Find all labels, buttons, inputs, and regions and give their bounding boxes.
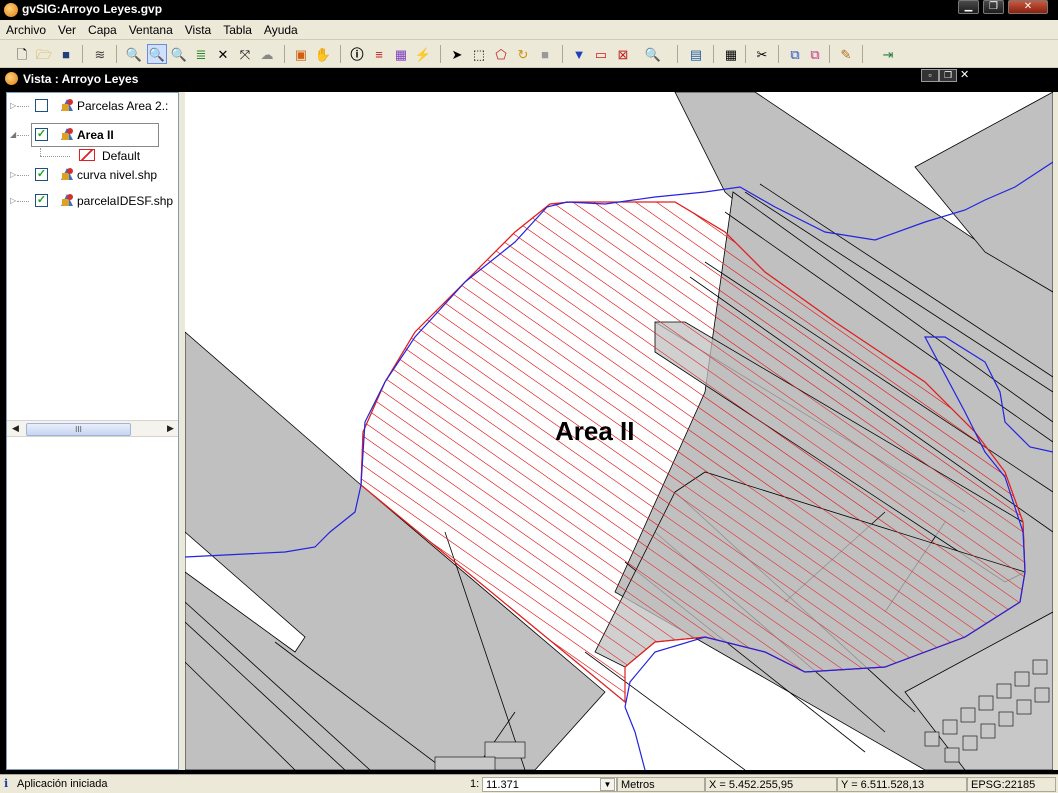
- toc-horizontal-scrollbar[interactable]: ◀ III ▶: [7, 420, 178, 437]
- y-coordinate: Y = 6.511.528,13: [837, 777, 967, 792]
- status-bar: i Aplicación iniciada 1: 11.371 ▼ Metros…: [0, 774, 1058, 793]
- map-svg: Area II: [185, 92, 1053, 770]
- close-button[interactable]: ✕: [1008, 0, 1048, 14]
- epsg-code: EPSG:22185: [967, 777, 1056, 792]
- layer-label: parcelaIDESF.shp: [77, 194, 174, 208]
- layer-list: ▷ Parcelas Area 2.: ◢ ✓ Area II Default …: [7, 93, 178, 420]
- stream-line-lower: [624, 706, 646, 770]
- gvsig-app-icon: [4, 3, 18, 17]
- layer-label: curva nivel.shp: [77, 168, 158, 182]
- menu-capa[interactable]: Capa: [82, 20, 123, 40]
- scroll-thumb[interactable]: III: [26, 423, 131, 436]
- copy-icon[interactable]: ⧉: [785, 44, 805, 64]
- menu-ver[interactable]: Ver: [52, 20, 82, 40]
- add-layer-icon[interactable]: ≋: [90, 44, 110, 64]
- scroll-left-icon[interactable]: ◀: [12, 423, 19, 434]
- edit-icon[interactable]: ✎: [836, 44, 856, 64]
- expand-icon[interactable]: ▷: [10, 170, 16, 179]
- menu-ayuda[interactable]: Ayuda: [258, 20, 304, 40]
- zoom-all-icon[interactable]: 🔍: [124, 44, 144, 64]
- status-message: Aplicación iniciada: [17, 778, 108, 790]
- x-coordinate: X = 5.452.255,95: [705, 777, 837, 792]
- zoom-in-icon[interactable]: 🔍: [147, 44, 167, 64]
- toc-lower-panel: [7, 438, 178, 769]
- attribute-table-icon[interactable]: ▤: [686, 44, 706, 64]
- measure-distance-icon[interactable]: ≡: [369, 44, 389, 64]
- tools-icon[interactable]: ✂: [752, 44, 772, 64]
- export-icon[interactable]: ⇥: [878, 44, 898, 64]
- select-polygon-icon[interactable]: ⬠: [491, 44, 511, 64]
- clear-selection-icon[interactable]: ■: [535, 44, 555, 64]
- toolbar: 🗋 🗁 ■ ≋ 🔍 🔍 🔍 ≣ ✕ ⤧ ☁ ▣ ✋ ⓘ ≡ ▦ ⚡ ➤ ⬚ ⬠ …: [0, 40, 1058, 68]
- zoom-select-icon[interactable]: 🔍: [643, 44, 663, 64]
- view-restore-button[interactable]: ❐: [939, 69, 957, 82]
- expand-icon[interactable]: ▷: [10, 101, 16, 110]
- layer-curva-nivel[interactable]: ▷ ✓ curva nivel.shp: [7, 165, 178, 185]
- polygon-layer-icon: [61, 99, 73, 111]
- expand-icon[interactable]: ▷: [10, 196, 16, 205]
- zoom-previous-icon[interactable]: ☁: [257, 44, 277, 64]
- pan-icon[interactable]: ✋: [313, 44, 333, 64]
- layer-parcelaidesf[interactable]: ▷ ✓ parcelaIDESF.shp: [7, 191, 178, 211]
- polygon-layer-icon: [61, 168, 73, 180]
- minimize-button[interactable]: ▁: [958, 0, 979, 14]
- select-rect-icon[interactable]: ⬚: [469, 44, 489, 64]
- scale-dropdown-icon[interactable]: ▼: [600, 778, 615, 791]
- legend-label: Default: [102, 149, 141, 163]
- table-of-contents: ▷ Parcelas Area 2.: ◢ ✓ Area II Default …: [6, 92, 179, 770]
- select-layer-icon[interactable]: ⊠: [613, 44, 633, 64]
- collapse-icon[interactable]: ◢: [10, 130, 16, 139]
- units-field: Metros: [617, 777, 705, 792]
- layer-label: Area II: [77, 128, 114, 142]
- layer-visibility-checkbox[interactable]: ✓: [35, 194, 48, 207]
- map-right-frame: [1053, 92, 1058, 770]
- hyperlink-icon[interactable]: ⚡: [413, 44, 433, 64]
- layer-visibility-checkbox[interactable]: ✓: [35, 168, 48, 181]
- scale-prefix: 1:: [470, 778, 480, 790]
- zoom-extent-icon[interactable]: ✕: [213, 44, 233, 64]
- layer-area-ii[interactable]: ◢ ✓ Area II: [7, 125, 178, 145]
- layer-visibility-checkbox[interactable]: ✓: [35, 128, 48, 141]
- scale-input[interactable]: 11.371: [482, 777, 617, 792]
- menu-archivo[interactable]: Archivo: [0, 20, 52, 40]
- save-icon[interactable]: ■: [56, 44, 76, 64]
- filter-icon[interactable]: ▼: [569, 44, 589, 64]
- view-minimize-button[interactable]: ▫: [921, 69, 939, 82]
- legend-swatch: [79, 149, 95, 161]
- zoom-out-icon[interactable]: 🔍: [169, 44, 189, 64]
- info-status-icon: i: [4, 777, 9, 790]
- menu-vista[interactable]: Vista: [179, 20, 217, 40]
- menu-tabla[interactable]: Tabla: [217, 20, 258, 40]
- full-extent-icon[interactable]: ⤧: [235, 44, 255, 64]
- view-title-bar: Vista : Arroyo Leyes ▫ ❐ ✕: [0, 68, 1058, 90]
- open-icon[interactable]: 🗁: [34, 44, 54, 64]
- info-icon[interactable]: ⓘ: [347, 44, 367, 64]
- new-icon[interactable]: 🗋: [12, 44, 32, 64]
- layer-visibility-checkbox[interactable]: [35, 99, 48, 112]
- rect-select-icon[interactable]: ▭: [591, 44, 611, 64]
- grid-icon[interactable]: ▦: [721, 44, 741, 64]
- window-title: gvSIG:Arroyo Leyes.gvp: [22, 2, 163, 16]
- layer-label: Parcelas Area 2.:: [77, 99, 169, 113]
- menu-bar: Archivo Ver Capa Ventana Vista Tabla Ayuda: [0, 20, 1058, 40]
- scroll-right-icon[interactable]: ▶: [167, 423, 174, 434]
- layers-zoom-icon[interactable]: ≣: [191, 44, 211, 64]
- measure-area-icon[interactable]: ▦: [391, 44, 411, 64]
- menu-ventana[interactable]: Ventana: [123, 20, 179, 40]
- polygon-layer-icon: [61, 128, 73, 140]
- polygon-layer-icon: [61, 194, 73, 206]
- locator-map-icon[interactable]: ▣: [291, 44, 311, 64]
- paste-icon[interactable]: ⧉: [805, 44, 825, 64]
- maximize-button[interactable]: ❐: [983, 0, 1004, 14]
- view-title: Vista : Arroyo Leyes: [23, 72, 139, 86]
- map-canvas[interactable]: Area II: [185, 92, 1053, 770]
- area-ii-label: Area II: [555, 416, 635, 446]
- view-icon: [5, 72, 18, 85]
- invert-selection-icon[interactable]: ↻: [513, 44, 533, 64]
- select-icon[interactable]: ➤: [447, 44, 467, 64]
- title-bar: gvSIG:Arroyo Leyes.gvp ▁ ❐ ✕: [0, 0, 1058, 20]
- layer-parcelas-area2[interactable]: ▷ Parcelas Area 2.:: [7, 96, 178, 116]
- view-close-button[interactable]: ✕: [960, 68, 969, 81]
